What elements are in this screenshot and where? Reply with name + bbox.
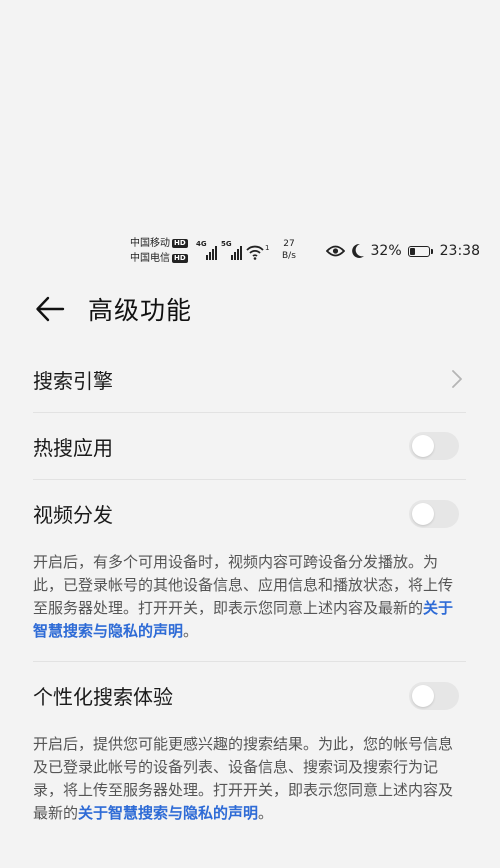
video-distribution-description: 开启后，有多个可用设备时，视频内容可跨设备分发播放。为此，已登录帐号的其他设备信… (33, 547, 466, 662)
network-speed: 27 B/s (282, 238, 296, 262)
personalized-search-label: 个性化搜索体验 (33, 685, 173, 709)
personalized-search-description: 开启后，提供您可能更感兴趣的搜索结果。为此，您的帐号信息及已登录此帐号的设备列表… (33, 729, 466, 843)
page-title: 高级功能 (88, 296, 193, 325)
signal-5g-icon: 5G (221, 240, 242, 260)
settings-list: 搜索引擎 热搜应用 视频分发 开启后，有多个可用设备时，视频内容可跨设备分发播放… (33, 346, 466, 843)
carrier-1-name: 中国移动 (130, 238, 170, 249)
setting-personalized-search: 个性化搜索体验 (33, 662, 466, 729)
hot-search-toggle[interactable] (409, 432, 459, 460)
toggle-knob (412, 502, 434, 525)
eye-icon (325, 245, 345, 257)
chevron-right-icon (452, 370, 462, 388)
back-button[interactable] (30, 289, 70, 329)
setting-hot-search: 热搜应用 (33, 413, 466, 480)
signal-5g-label: 5G (221, 240, 232, 248)
toggle-knob (412, 435, 434, 457)
signal-4g-label: 4G (196, 240, 207, 248)
carrier-row-1: 中国移动 HD (130, 236, 188, 251)
network-speed-unit: B/s (282, 251, 296, 261)
carrier-row-2: 中国电信 HD (130, 251, 188, 266)
video-distribution-desc-suffix: 。 (183, 622, 199, 640)
status-time: 23:38 (439, 243, 480, 259)
video-distribution-label: 视频分发 (33, 503, 113, 527)
signal-indicators: 4G 5G 1 (196, 240, 269, 260)
wifi-superscript: 1 (265, 244, 270, 252)
network-speed-value: 27 (283, 239, 295, 249)
personalized-search-desc-suffix: 。 (258, 804, 274, 822)
battery-icon (407, 245, 433, 257)
top-blank-area (0, 0, 500, 234)
toggle-knob (412, 684, 434, 707)
personalized-search-toggle[interactable] (409, 681, 459, 710)
status-right-group: 32% 23:38 (325, 240, 480, 262)
hd-badge-1: HD (172, 239, 188, 248)
privacy-statement-link[interactable]: 关于智慧搜索与隐私的声明 (78, 804, 258, 822)
wifi-icon: 1 (246, 240, 269, 260)
hot-search-label: 热搜应用 (33, 435, 113, 460)
moon-icon (351, 243, 364, 258)
video-distribution-desc-text: 开启后，有多个可用设备时，视频内容可跨设备分发播放。为此，已登录帐号的其他设备信… (33, 553, 454, 617)
battery-percent: 32% (370, 243, 402, 259)
carrier-2-name: 中国电信 (130, 253, 170, 264)
carrier-info: 中国移动 HD 中国电信 HD (130, 236, 188, 266)
video-distribution-toggle[interactable] (409, 499, 459, 528)
page-header: 高级功能 (0, 284, 500, 334)
hd-badge-2: HD (172, 254, 188, 263)
back-arrow-icon (36, 296, 65, 322)
status-bar: 中国移动 HD 中国电信 HD 4G 5G 1 27 B/s 32% 23:38 (0, 234, 500, 270)
setting-video-distribution: 视频分发 (33, 480, 466, 547)
signal-4g-icon: 4G (196, 240, 217, 260)
battery-level (409, 247, 415, 255)
setting-search-engine[interactable]: 搜索引擎 (33, 346, 466, 413)
search-engine-label: 搜索引擎 (33, 368, 113, 393)
